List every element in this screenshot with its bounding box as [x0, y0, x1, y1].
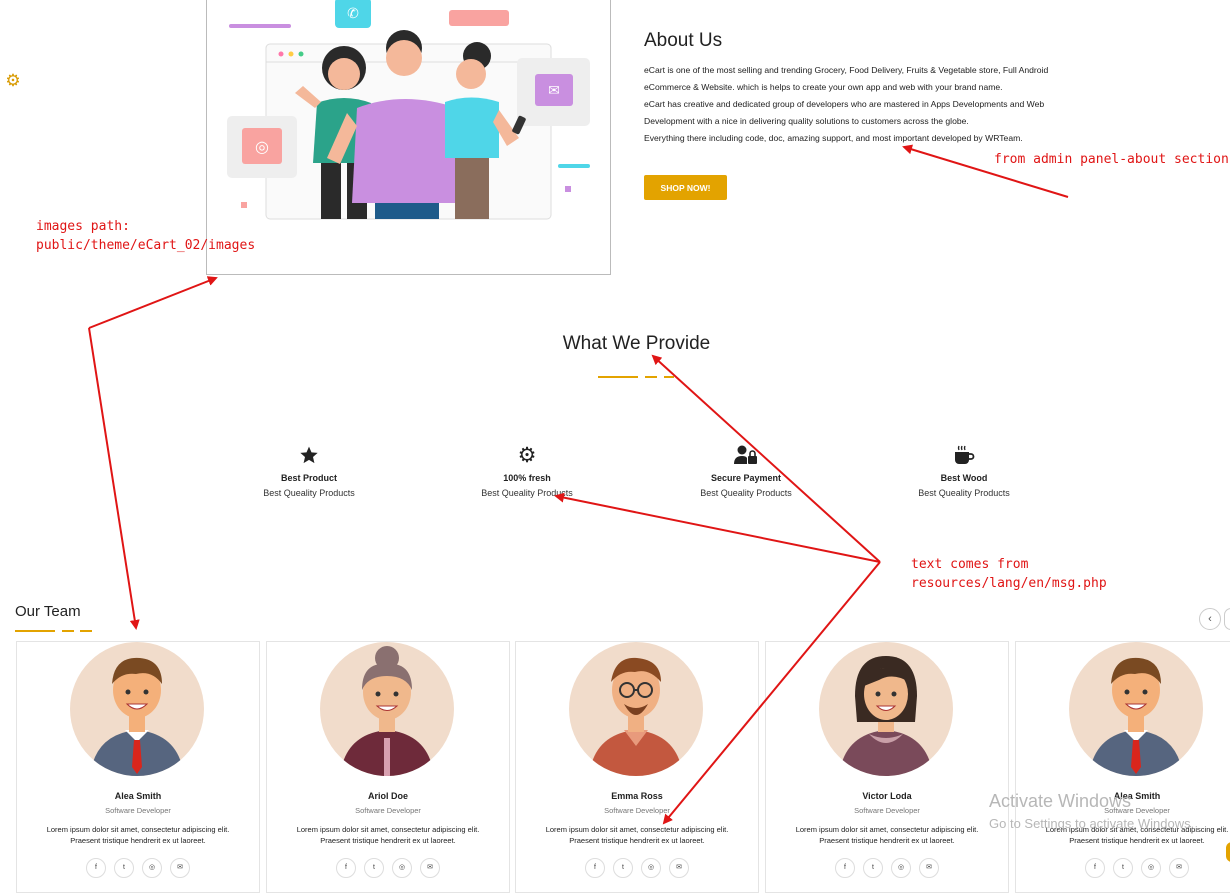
activate-windows-title: Activate Windows	[989, 791, 1132, 811]
activate-windows-subtitle: Go to Settings to activate Windows.	[989, 816, 1195, 831]
annotation-arrows	[88, 144, 1069, 825]
scroll-top-button[interactable]	[1226, 842, 1230, 862]
